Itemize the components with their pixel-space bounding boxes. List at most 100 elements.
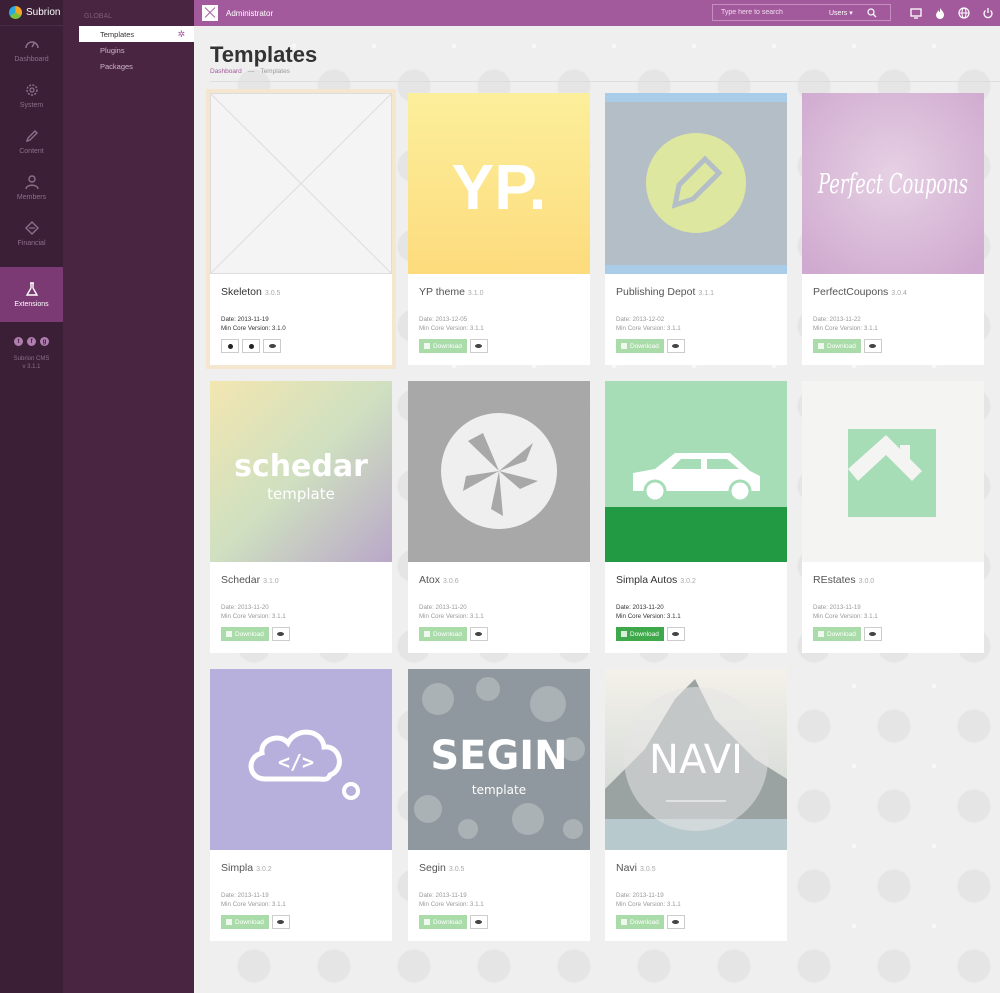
submenu-item-templates[interactable]: Templates ✲ — [79, 26, 194, 42]
preview-button[interactable] — [666, 915, 685, 929]
brand-name: Subrion — [26, 7, 61, 18]
preview-button[interactable] — [271, 915, 290, 929]
rail-item-system[interactable]: System — [0, 72, 63, 118]
template-thumbnail[interactable] — [408, 381, 590, 562]
preview-button[interactable] — [863, 627, 882, 641]
preview-button[interactable] — [469, 915, 488, 929]
admin-user[interactable]: Administrator — [226, 9, 273, 18]
template-title: REstates 3.0.0 — [813, 574, 874, 586]
preview-button[interactable] — [469, 627, 488, 641]
template-actions: Download — [419, 627, 488, 641]
download-icon — [818, 343, 824, 349]
template-version: 3.0.5 — [448, 866, 465, 873]
search-scope-select[interactable]: Users ▾ — [829, 9, 853, 17]
download-icon — [621, 919, 627, 925]
globe-icon[interactable] — [958, 7, 970, 19]
template-meta: Date: 2013-11-19 Min Core Version: 3.1.1 — [813, 603, 878, 621]
download-button[interactable]: Download — [813, 339, 861, 353]
template-thumbnail[interactable]: YP. — [408, 93, 590, 274]
core-label: Min Core Version: — [419, 325, 469, 332]
template-meta: Date: 2013-11-19 Min Core Version: 3.1.1 — [221, 891, 286, 909]
preview-button[interactable] — [666, 627, 685, 641]
twitter-icon[interactable]: t — [14, 337, 23, 346]
preview-button[interactable] — [666, 339, 685, 353]
template-name: REstates — [813, 574, 856, 586]
rail-item-financial[interactable]: Financial — [0, 210, 63, 256]
download-icon — [424, 919, 430, 925]
thumbnail-subtext: template — [472, 783, 526, 797]
template-version: 3.0.0 — [858, 578, 875, 585]
template-thumbnail[interactable] — [605, 93, 787, 274]
template-thumbnail[interactable] — [802, 381, 984, 562]
monitor-icon[interactable] — [910, 7, 922, 19]
template-actions: Download — [221, 627, 290, 641]
eye-icon — [475, 920, 483, 924]
gear-icon[interactable]: ✲ — [177, 29, 185, 40]
rail-item-label: Extensions — [14, 301, 49, 308]
rail-item-label: Content — [19, 147, 44, 155]
extensions-submenu: GLOBAL Templates ✲ Plugins Packages — [63, 0, 194, 993]
template-date: 2013-11-19 — [237, 892, 269, 899]
preview-button[interactable] — [271, 627, 290, 641]
submenu-item-label: Templates — [100, 29, 135, 39]
template-title: Simpla Autos 3.0.2 — [616, 574, 696, 586]
thumbnail-text: YP. — [452, 151, 547, 223]
fire-icon[interactable] — [934, 7, 946, 19]
template-thumbnail[interactable]: Perfect Coupons — [802, 93, 984, 274]
download-button[interactable]: Download — [419, 339, 467, 353]
download-button[interactable]: Download — [616, 915, 664, 929]
thumbnail-subtext: template — [267, 485, 335, 503]
brand[interactable]: Subrion — [0, 0, 63, 26]
template-thumbnail[interactable]: schedar template — [210, 381, 392, 562]
template-thumbnail[interactable]: NAVI — [605, 669, 787, 850]
download-button[interactable]: Download — [419, 627, 467, 641]
core-label: Min Core Version: — [221, 325, 271, 332]
preview-button[interactable] — [263, 339, 281, 353]
download-button[interactable]: Download — [616, 339, 664, 353]
rail-item-dashboard[interactable]: Dashboard — [0, 26, 63, 72]
tag-icon — [24, 220, 39, 235]
close-icon[interactable] — [202, 5, 218, 21]
search-input[interactable] — [713, 9, 823, 16]
template-thumbnail[interactable] — [210, 93, 392, 274]
template-thumbnail[interactable]: </> — [210, 669, 392, 850]
template-thumbnail[interactable] — [605, 381, 787, 562]
template-thumbnail[interactable]: SEGIN template — [408, 669, 590, 850]
template-title: PerfectCoupons 3.0.4 — [813, 286, 907, 298]
breadcrumb-dashboard[interactable]: Dashboard — [210, 68, 242, 75]
download-button[interactable]: Download — [813, 627, 861, 641]
preview-button[interactable] — [863, 339, 882, 353]
download-button[interactable]: Download — [221, 915, 269, 929]
download-button[interactable]: Download — [419, 915, 467, 929]
template-actions: Download — [616, 339, 685, 353]
date-label: Date: — [616, 316, 631, 323]
search-icon[interactable] — [867, 7, 877, 18]
preview-button[interactable] — [469, 339, 488, 353]
rail-item-label: System — [19, 101, 44, 109]
eye-icon — [268, 344, 276, 348]
thumbnail-text: Perfect Coupons — [817, 169, 968, 200]
power-icon[interactable] — [982, 7, 994, 19]
submenu-item-packages[interactable]: Packages — [79, 58, 194, 74]
rail-item-extensions[interactable]: Extensions — [0, 267, 63, 322]
template-version: 3.1.0 — [467, 290, 484, 297]
info-button[interactable] — [242, 339, 260, 353]
template-name: Segin — [419, 862, 446, 874]
page-title: Templates — [210, 42, 318, 67]
template-version: 3.0.5 — [264, 290, 281, 297]
date-label: Date: — [419, 316, 434, 323]
submenu-item-plugins[interactable]: Plugins — [79, 42, 194, 58]
download-button[interactable]: Download — [221, 627, 269, 641]
settings-button[interactable] — [221, 339, 239, 353]
google-plus-icon[interactable]: g — [40, 337, 49, 346]
date-label: Date: — [221, 604, 236, 611]
download-label: Download — [433, 630, 462, 638]
date-label: Date: — [221, 892, 236, 899]
date-label: Date: — [221, 316, 236, 323]
facebook-icon[interactable]: f — [27, 337, 36, 346]
download-button[interactable]: Download — [616, 627, 664, 641]
rail-item-members[interactable]: Members — [0, 164, 63, 210]
template-name: PerfectCoupons — [813, 286, 889, 298]
template-date: 2013-12-02 — [632, 316, 665, 323]
rail-item-content[interactable]: Content — [0, 118, 63, 164]
